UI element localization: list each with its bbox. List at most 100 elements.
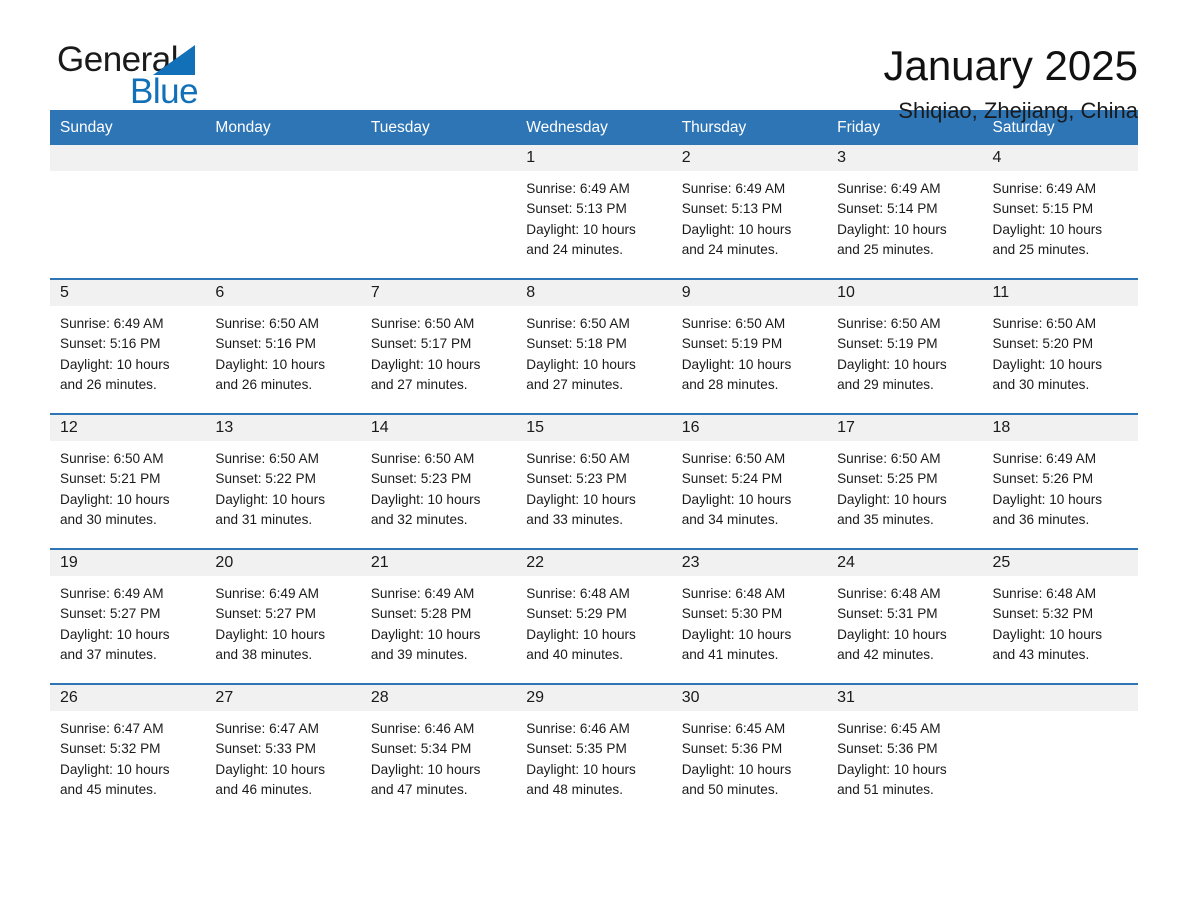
sunrise-text: Sunrise: 6:50 AM (370, 316, 475, 331)
sunrise-text: Sunrise: 6:50 AM (526, 451, 630, 466)
calendar-day-cell[interactable]: 31 Sunrise: 6:45 AM Sunset: 5:36 PM Dayligh… (827, 683, 983, 818)
calendar-day-cell[interactable]: 6 Sunrise: 6:50 AM Sunset: 5:16 PM Daylight… (205, 278, 361, 414)
day-number: 22 (516, 550, 672, 576)
calendar-day-cell[interactable]: 14 Sunrise: 6:50 AM Sunset: 5:23 PM Dayligh… (360, 413, 517, 549)
day-number: 1 (516, 145, 672, 171)
calendar-day-cell[interactable]: 4 Sunrise: 6:49 AM Sunset: 5:15 PM Daylight… (982, 145, 1138, 279)
sunrise-text: Sunrise: 6:48 AM (837, 586, 941, 601)
calendar-day-cell[interactable]: 5 Sunrise: 6:49 AM Sunset: 5:16 PM Daylight… (50, 278, 206, 414)
day-details: Sunrise: 6:47 AM Sunset: 5:32 PM Daylight:… (50, 711, 205, 800)
daylight-text-line1: Daylight: 10 hours (215, 626, 325, 642)
generalblue-logo[interactable]: General Blue (50, 42, 240, 114)
daylight-text-line2: and 27 minutes. (370, 376, 468, 392)
calendar-day-cell[interactable]: 15 Sunrise: 6:50 AM Sunset: 5:23 PM Dayligh… (516, 413, 672, 549)
day-number: 28 (360, 685, 517, 711)
calendar-day-cell[interactable]: 26 Sunrise: 6:47 AM Sunset: 5:32 PM Dayligh… (50, 683, 206, 818)
calendar-day-cell[interactable]: 2 Sunrise: 6:49 AM Sunset: 5:13 PM Daylight… (671, 145, 828, 279)
weekday-header-tuesday: Tuesday (360, 110, 517, 145)
daylight-text-line1: Daylight: 10 hours (526, 356, 636, 372)
calendar-week-row: 5 Sunrise: 6:49 AM Sunset: 5:16 PM Daylight… (50, 278, 1138, 414)
weekday-header-wednesday: Wednesday (516, 110, 672, 145)
day-details: Sunrise: 6:50 AM Sunset: 5:25 PM Daylight:… (827, 441, 982, 530)
daylight-text-line1: Daylight: 10 hours (837, 761, 947, 777)
day-number: 10 (827, 280, 983, 306)
calendar-empty-cell (205, 145, 361, 279)
calendar-day-cell[interactable]: 28 Sunrise: 6:46 AM Sunset: 5:34 PM Dayligh… (360, 683, 517, 818)
calendar-day-cell[interactable]: 13 Sunrise: 6:50 AM Sunset: 5:22 PM Dayligh… (205, 413, 361, 549)
day-number: 13 (205, 415, 361, 441)
calendar-day-cell[interactable]: 25 Sunrise: 6:48 AM Sunset: 5:32 PM Dayligh… (982, 548, 1138, 684)
day-number: 15 (516, 415, 672, 441)
daylight-text-line1: Daylight: 10 hours (837, 491, 947, 507)
weekday-header-monday: Monday (205, 110, 361, 145)
calendar-day-cell[interactable]: 16 Sunrise: 6:50 AM Sunset: 5:24 PM Dayligh… (671, 413, 828, 549)
calendar-day-cell[interactable]: 7 Sunrise: 6:50 AM Sunset: 5:17 PM Daylight… (360, 278, 517, 414)
sunset-text: Sunset: 5:32 PM (992, 606, 1094, 622)
day-number: 8 (516, 280, 672, 306)
sunset-text: Sunset: 5:17 PM (370, 336, 472, 352)
day-details: Sunrise: 6:50 AM Sunset: 5:20 PM Daylight:… (983, 306, 1138, 395)
day-details: Sunrise: 6:50 AM Sunset: 5:18 PM Daylight:… (516, 306, 671, 395)
calendar-day-cell[interactable]: 10 Sunrise: 6:50 AM Sunset: 5:19 PM Dayligh… (827, 278, 983, 414)
sunset-text: Sunset: 5:24 PM (681, 471, 783, 487)
day-number: 17 (827, 415, 983, 441)
sunrise-text: Sunrise: 6:49 AM (681, 181, 786, 196)
sunset-text: Sunset: 5:27 PM (60, 606, 161, 622)
daylight-text-line2: and 48 minutes. (526, 781, 623, 797)
daylight-text-line1: Daylight: 10 hours (837, 626, 947, 642)
calendar-day-cell[interactable]: 27 Sunrise: 6:47 AM Sunset: 5:33 PM Dayligh… (205, 683, 361, 818)
daylight-text-line2: and 46 minutes. (215, 781, 313, 797)
daylight-text-line1: Daylight: 10 hours (526, 761, 636, 777)
sunrise-text: Sunrise: 6:48 AM (526, 586, 630, 601)
daylight-text-line2: and 45 minutes. (60, 781, 157, 797)
day-number: 9 (671, 280, 828, 306)
calendar-day-cell[interactable]: 29 Sunrise: 6:46 AM Sunset: 5:35 PM Dayligh… (516, 683, 672, 818)
calendar-page: General Blue January 2025 Shiqiao, Zheji… (0, 0, 1188, 918)
sunrise-text: Sunrise: 6:50 AM (992, 316, 1097, 331)
calendar-day-cell[interactable]: 19 Sunrise: 6:49 AM Sunset: 5:27 PM Dayligh… (50, 548, 206, 684)
sunset-text: Sunset: 5:25 PM (837, 471, 938, 487)
calendar-day-cell[interactable]: 18 Sunrise: 6:49 AM Sunset: 5:26 PM Dayligh… (982, 413, 1138, 549)
daylight-text-line2: and 47 minutes. (370, 781, 468, 797)
sunset-text: Sunset: 5:13 PM (681, 201, 783, 217)
calendar-day-cell[interactable]: 20 Sunrise: 6:49 AM Sunset: 5:27 PM Dayligh… (205, 548, 361, 684)
sunrise-text: Sunrise: 6:50 AM (837, 316, 941, 331)
day-number: 14 (360, 415, 517, 441)
calendar-day-cell[interactable]: 21 Sunrise: 6:49 AM Sunset: 5:28 PM Dayligh… (360, 548, 517, 684)
sunset-text: Sunset: 5:13 PM (526, 201, 627, 217)
calendar-day-cell[interactable]: 11 Sunrise: 6:50 AM Sunset: 5:20 PM Dayligh… (982, 278, 1138, 414)
calendar-week-row: 26 Sunrise: 6:47 AM Sunset: 5:32 PM Dayligh… (50, 683, 1138, 818)
calendar-day-cell[interactable]: 23 Sunrise: 6:48 AM Sunset: 5:30 PM Dayligh… (671, 548, 828, 684)
day-details: Sunrise: 6:49 AM Sunset: 5:15 PM Daylight:… (983, 171, 1138, 260)
calendar-day-cell[interactable]: 12 Sunrise: 6:50 AM Sunset: 5:21 PM Dayligh… (50, 413, 206, 549)
day-details: Sunrise: 6:49 AM Sunset: 5:27 PM Daylight:… (205, 576, 360, 665)
calendar-day-cell[interactable]: 1 Sunrise: 6:49 AM Sunset: 5:13 PM Daylight… (516, 145, 672, 279)
daylight-text-line2: and 50 minutes. (681, 781, 779, 797)
daylight-text-line2: and 38 minutes. (215, 646, 313, 662)
day-details: Sunrise: 6:50 AM Sunset: 5:23 PM Daylight:… (516, 441, 671, 530)
calendar-day-cell[interactable]: 24 Sunrise: 6:48 AM Sunset: 5:31 PM Dayligh… (827, 548, 983, 684)
day-number: 5 (50, 280, 206, 306)
sunrise-text: Sunrise: 6:50 AM (370, 451, 475, 466)
daylight-text-line2: and 27 minutes. (526, 376, 623, 392)
calendar-day-cell[interactable]: 9 Sunrise: 6:50 AM Sunset: 5:19 PM Daylight… (671, 278, 828, 414)
calendar-day-cell[interactable]: 22 Sunrise: 6:48 AM Sunset: 5:29 PM Dayligh… (516, 548, 672, 684)
daylight-text-line2: and 24 minutes. (681, 241, 779, 257)
day-details: Sunrise: 6:49 AM Sunset: 5:27 PM Daylight:… (50, 576, 205, 665)
daylight-text-line1: Daylight: 10 hours (60, 626, 170, 642)
sunset-text: Sunset: 5:16 PM (215, 336, 316, 352)
sunrise-text: Sunrise: 6:46 AM (370, 721, 475, 736)
calendar-day-cell[interactable]: 8 Sunrise: 6:50 AM Sunset: 5:18 PM Daylight… (516, 278, 672, 414)
daylight-text-line2: and 25 minutes. (837, 241, 934, 257)
sunrise-text: Sunrise: 6:45 AM (681, 721, 786, 736)
daylight-text-line1: Daylight: 10 hours (681, 761, 792, 777)
day-details: Sunrise: 6:45 AM Sunset: 5:36 PM Daylight:… (672, 711, 827, 800)
day-details: Sunrise: 6:50 AM Sunset: 5:16 PM Daylight:… (205, 306, 360, 395)
sunset-text: Sunset: 5:23 PM (526, 471, 627, 487)
calendar-day-cell[interactable]: 17 Sunrise: 6:50 AM Sunset: 5:25 PM Dayligh… (827, 413, 983, 549)
calendar-day-cell[interactable]: 3 Sunrise: 6:49 AM Sunset: 5:14 PM Daylight… (827, 145, 983, 279)
day-number: 29 (516, 685, 672, 711)
daylight-text-line2: and 37 minutes. (60, 646, 157, 662)
day-number: 24 (827, 550, 983, 576)
calendar-day-cell[interactable]: 30 Sunrise: 6:45 AM Sunset: 5:36 PM Dayligh… (671, 683, 828, 818)
